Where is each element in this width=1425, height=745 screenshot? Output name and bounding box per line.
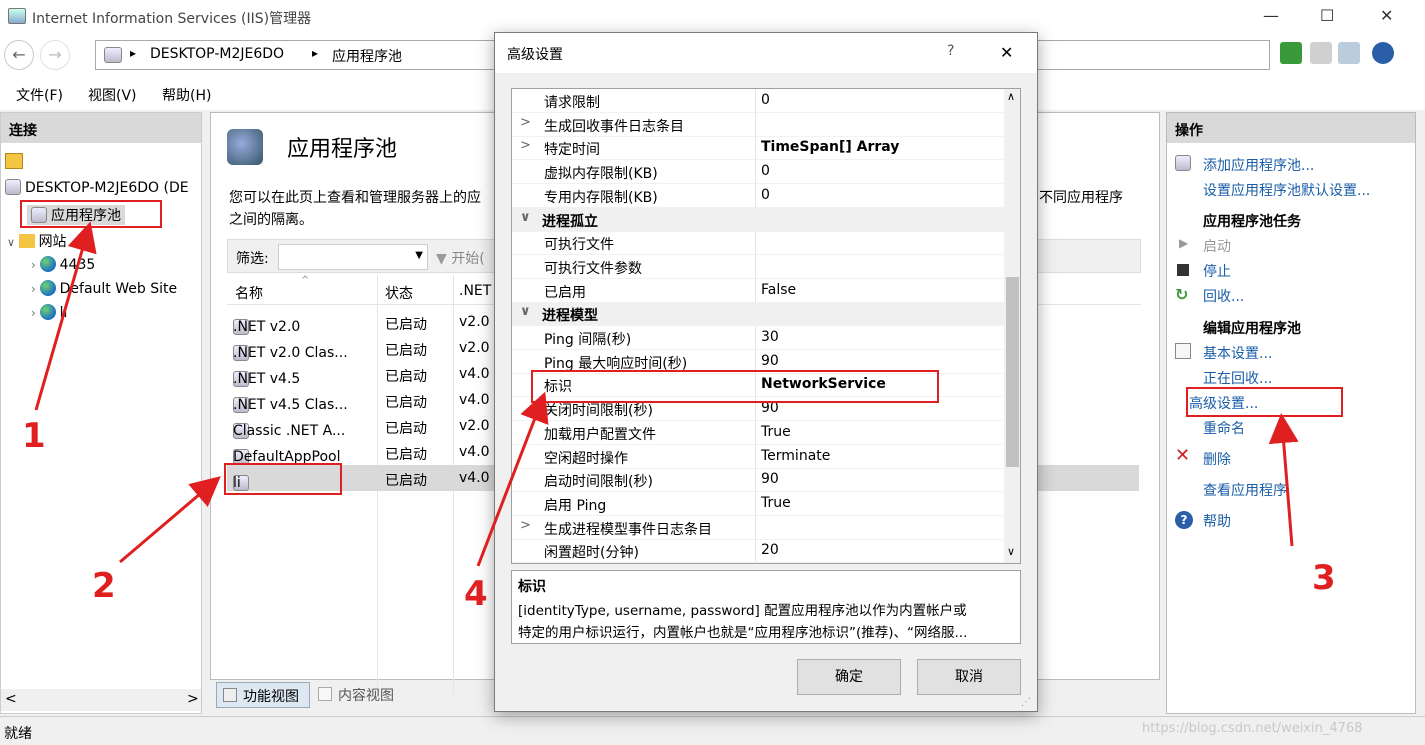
arrow-1 [34,221,97,411]
annotation-label-1: 1 [22,416,46,456]
annotation-label-4: 4 [464,574,488,614]
arrow-4 [476,391,549,567]
annotation-label-3: 3 [1312,558,1336,598]
annotation-label-2: 2 [92,566,116,606]
annotation-arrows [34,221,1299,567]
arrow-2 [119,476,221,564]
arrow-3 [1268,413,1299,547]
